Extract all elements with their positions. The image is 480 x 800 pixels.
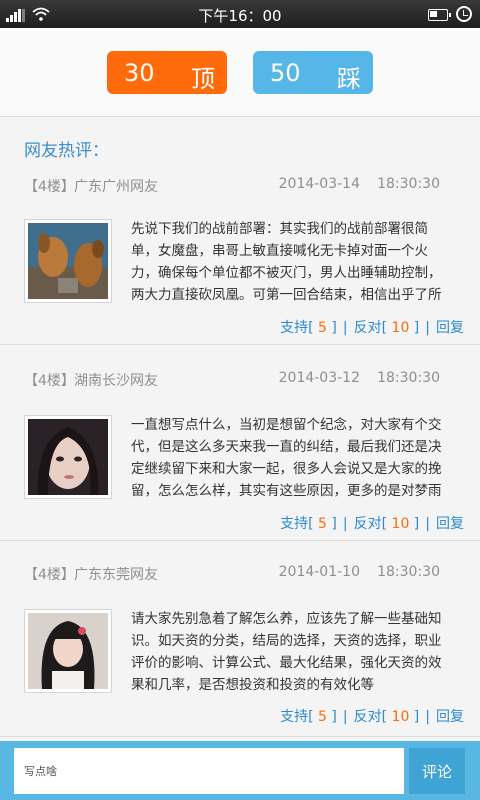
comment-item: 【4楼】 湖南长沙网友 2014-03-12 18:30:30 一直想写点什么，… [0, 345, 480, 541]
comment-user: 广东东莞网友 [74, 567, 158, 583]
comment-text: 一直想写点什么，当初是想留个纪念，对大家有个交代，但是这么多天来我一直的纠结，最… [131, 417, 442, 499]
support-count: 5 [318, 320, 327, 336]
upvote-button[interactable]: 30 顶 [107, 51, 227, 94]
status-bar: 下午16：00 [0, 0, 480, 28]
comment-floor: 【4楼】 [24, 373, 75, 389]
comment-item: 【4楼】 广东广州网友 2014-03-14 18:30:30 先说下我们的战前… [0, 149, 480, 345]
support-button[interactable]: 支持[ 5 ] [280, 516, 337, 532]
downvote-count: 50 [270, 59, 301, 87]
downvote-label: 踩 [337, 65, 361, 93]
reply-button[interactable]: 回复 [436, 516, 464, 532]
comment-floor: 【4楼】 [24, 567, 75, 583]
downvote-button[interactable]: 50 踩 [253, 51, 373, 94]
support-button[interactable]: 支持[ 5 ] [280, 320, 337, 336]
girl-avatar-image [24, 415, 112, 499]
oppose-count: 10 [391, 516, 410, 532]
oppose-count: 10 [391, 709, 410, 725]
reply-button[interactable]: 回复 [436, 320, 464, 336]
battery-icon [428, 9, 451, 21]
comment-input-bar: 评论 [0, 741, 480, 800]
support-button[interactable]: 支持[ 5 ] [280, 709, 337, 725]
oppose-count: 10 [391, 320, 410, 336]
comment-text: 先说下我们的战前部署：其实我们的战前部署很简单，女魔盘，串哥上敏直接喊化无卡掉对… [131, 221, 442, 303]
support-count: 5 [318, 516, 327, 532]
upvote-label: 顶 [191, 65, 215, 93]
comment-date: 2014-03-12 [278, 370, 360, 386]
woman-avatar-image [24, 609, 112, 693]
oppose-button[interactable]: 反对[ 10 ] [354, 709, 420, 725]
comment-item: 【4楼】 广东东莞网友 2014-01-10 18:30:30 请大家先别急着了… [0, 541, 480, 737]
support-label: 支持 [280, 516, 309, 532]
oppose-button[interactable]: 反对[ 10 ] [354, 320, 420, 336]
comment-floor: 【4楼】 [24, 179, 75, 195]
support-label: 支持 [280, 709, 309, 725]
comment-text: 请大家先别急着了解怎么养，应该先了解一些基础知识。如天资的分类，结局的选择，天资… [131, 611, 442, 693]
comment-time: 18:30:30 [377, 176, 440, 192]
comment-time: 18:30:30 [377, 564, 440, 580]
vote-bar: 30 顶 50 踩 [0, 28, 480, 117]
reply-button[interactable]: 回复 [436, 709, 464, 725]
comment-actions: 支持[ 5 ] | 反对[ 10 ] | 回复 [280, 320, 464, 336]
support-count: 5 [318, 709, 327, 725]
comment-user: 广东广州网友 [74, 179, 158, 195]
comment-list: 网友热评： 【4楼】 广东广州网友 2014-03-14 18:30:30 先说… [0, 117, 480, 741]
status-time: 下午16：00 [198, 7, 282, 25]
oppose-button[interactable]: 反对[ 10 ] [354, 516, 420, 532]
upvote-count: 30 [124, 59, 155, 87]
comment-actions: 支持[ 5 ] | 反对[ 10 ] | 回复 [280, 709, 464, 725]
support-label: 支持 [280, 320, 309, 336]
oppose-label: 反对 [353, 516, 382, 532]
comment-actions: 支持[ 5 ] | 反对[ 10 ] | 回复 [280, 516, 464, 532]
comment-time: 18:30:30 [377, 370, 440, 386]
comment-user: 湖南长沙网友 [74, 373, 158, 389]
oppose-label: 反对 [353, 709, 382, 725]
oppose-label: 反对 [353, 320, 382, 336]
submit-comment-button[interactable]: 评论 [409, 748, 465, 794]
comment-date: 2014-01-10 [278, 564, 360, 580]
alarm-icon [456, 6, 472, 22]
dogs-avatar-image [24, 219, 112, 303]
comment-date: 2014-03-14 [278, 176, 360, 192]
comment-input[interactable] [14, 748, 404, 794]
